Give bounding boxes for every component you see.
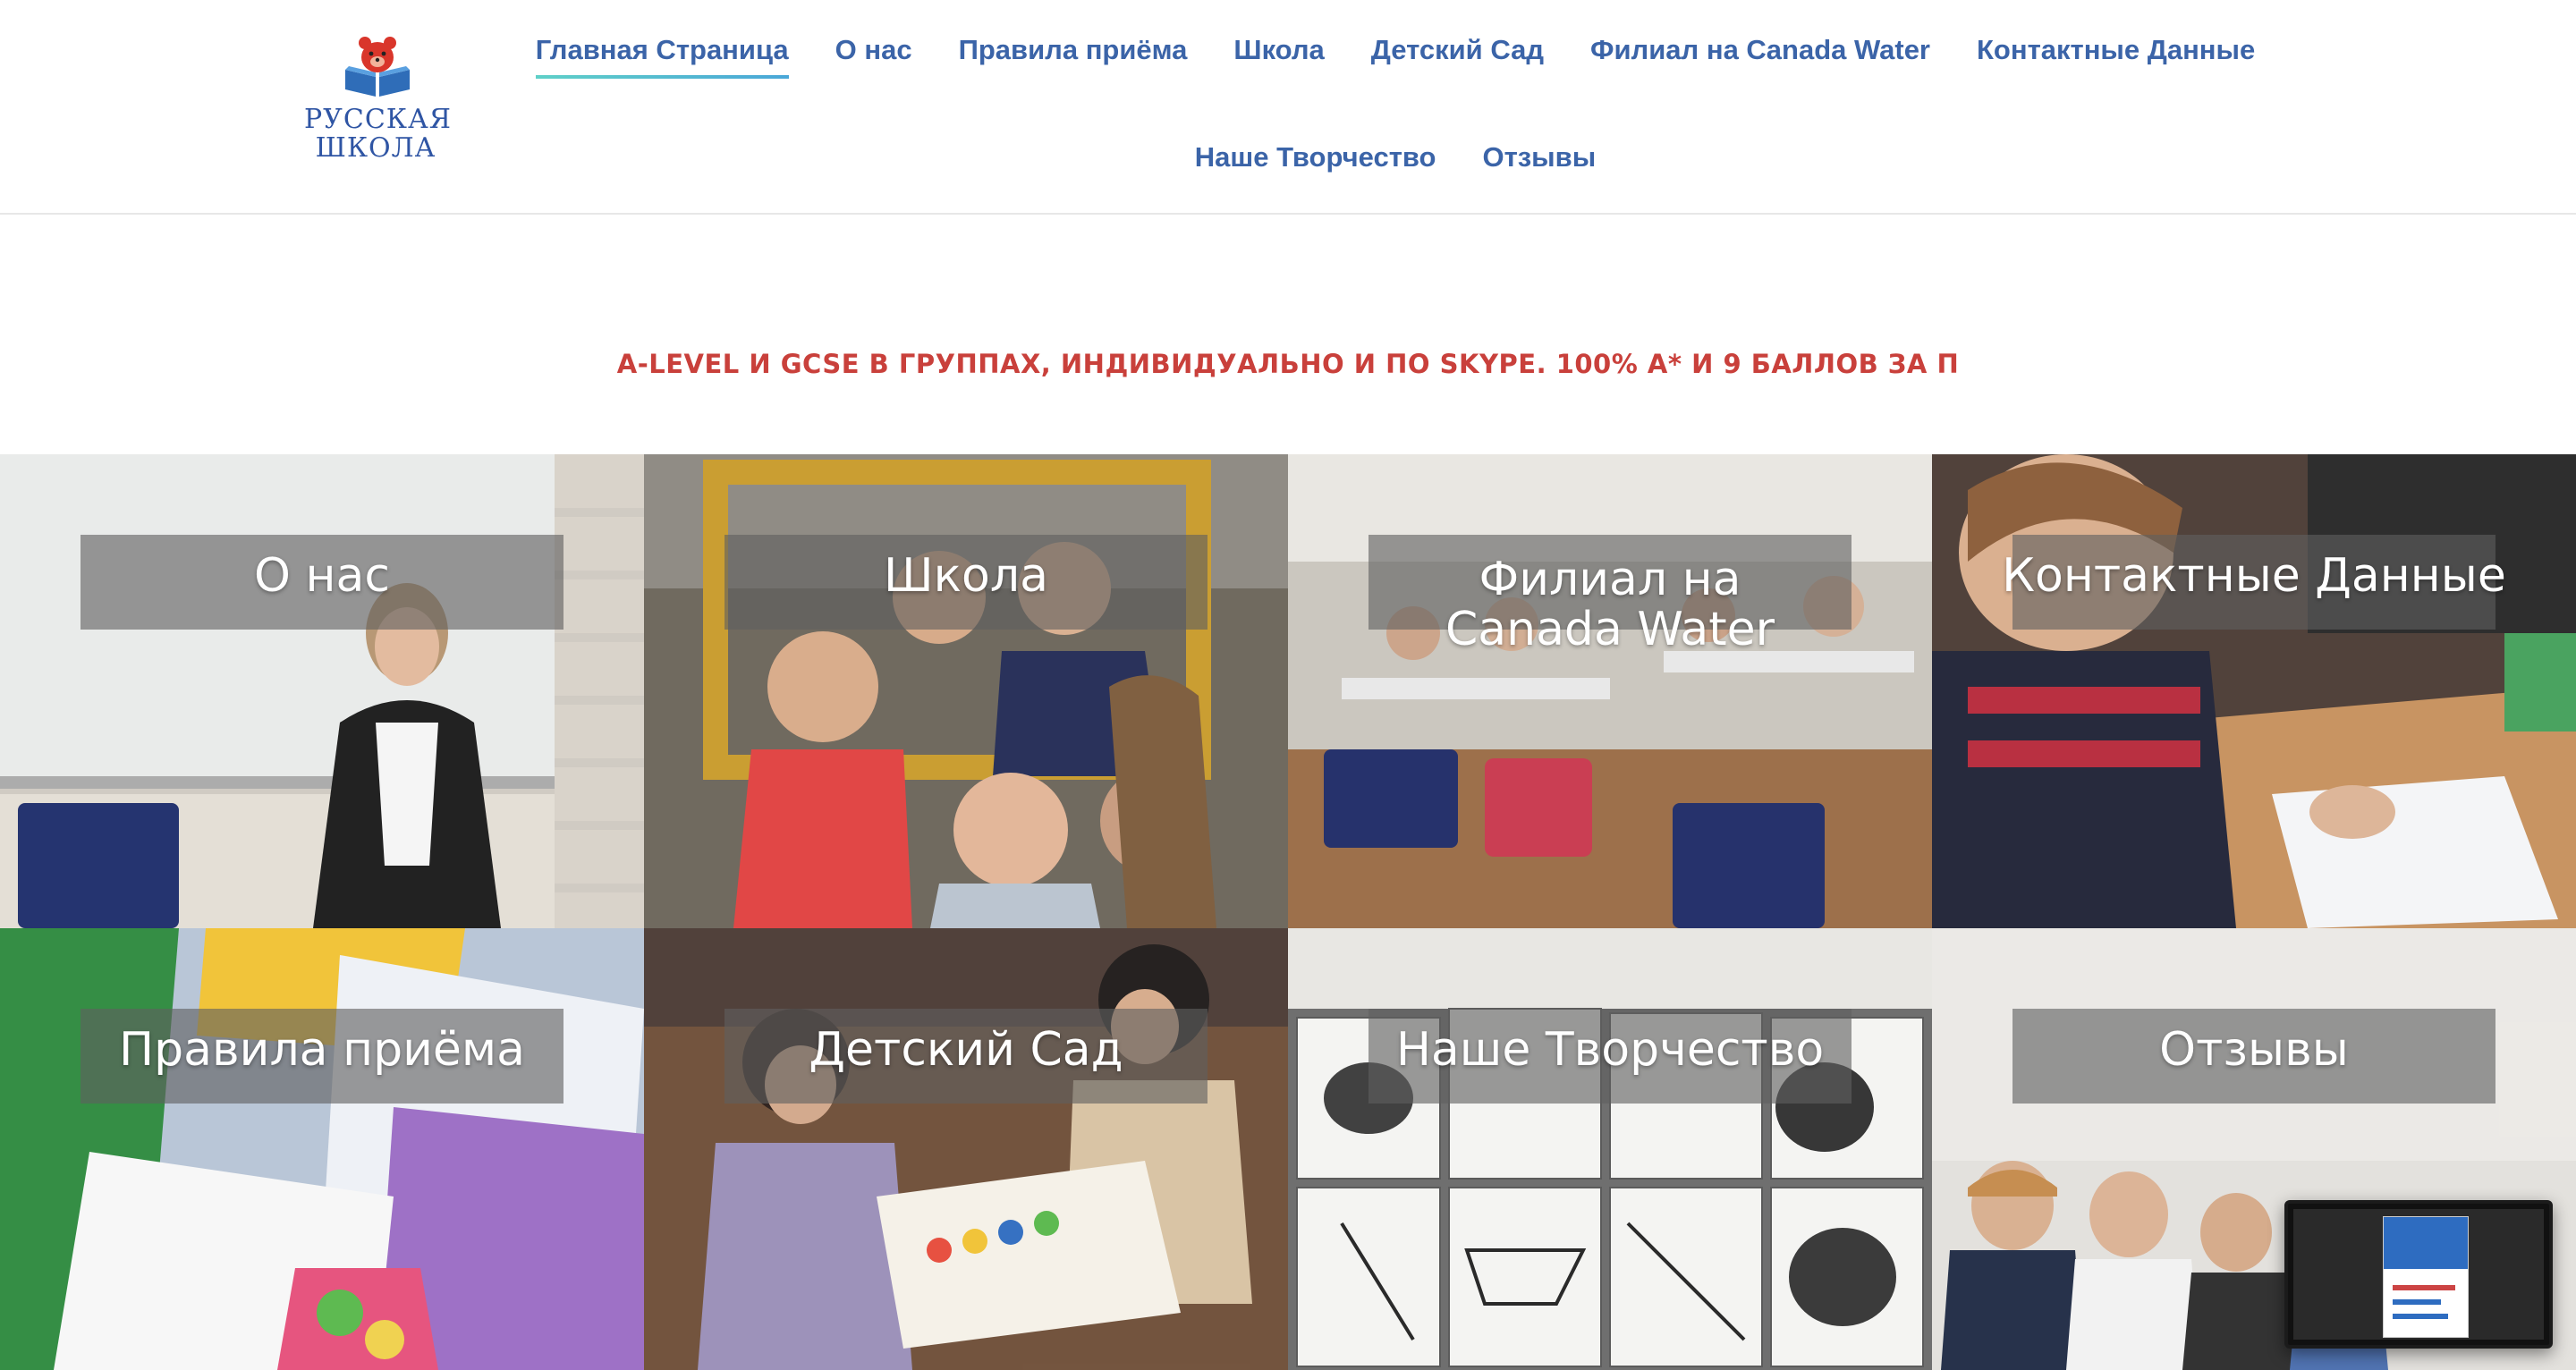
tile-admission-rules[interactable]: Правила приёма [0, 928, 644, 1370]
nav-item-home[interactable]: Главная Страница [535, 34, 789, 79]
nav-item-reviews[interactable]: Отзывы [1482, 141, 1596, 186]
site-logo[interactable]: РУССКАЯ ШКОЛА [304, 34, 452, 168]
video-poster-bar [2393, 1299, 2441, 1305]
nav-row-secondary: Наше Творчество Отзывы [501, 141, 2290, 186]
tile-label: Филиал на Canada Water [1445, 553, 1775, 656]
nav-item-kindergarten[interactable]: Детский Сад [1371, 34, 1544, 79]
tile-label: Контактные Данные [2002, 549, 2506, 603]
nav-item-about[interactable]: О нас [835, 34, 912, 79]
nav-item-our-creativity[interactable]: Наше Творчество [1195, 141, 1436, 186]
video-poster-bar [2393, 1285, 2455, 1290]
nav-item-contacts[interactable]: Контактные Данные [1977, 34, 2255, 79]
tile-overlay [1288, 454, 1932, 928]
tile-label: О нас [254, 549, 390, 603]
tile-overlay [644, 454, 1288, 928]
tile-overlay [644, 928, 1288, 1370]
tile-contacts[interactable]: Контактные Данные [1932, 454, 2576, 928]
tile-overlay [1288, 928, 1932, 1370]
tile-canada-water-branch[interactable]: Филиал на Canada Water [1288, 454, 1932, 928]
nav-item-school[interactable]: Школа [1233, 34, 1324, 79]
tile-label: Детский Сад [809, 1023, 1123, 1077]
tile-overlay [0, 454, 644, 928]
tile-label: Правила приёма [119, 1023, 525, 1077]
bear-book-logo-icon [345, 37, 410, 97]
tile-kindergarten[interactable]: Детский Сад [644, 928, 1288, 1370]
logo-text-line1: РУССКАЯ [304, 104, 452, 135]
logo-text-line2: ШКОЛА [315, 132, 436, 164]
section-tiles-grid: О нас Школа Филиал на Canada Water Конта… [0, 454, 2576, 1370]
tile-label: Отзывы [2159, 1023, 2349, 1077]
tile-label: Школа [884, 549, 1048, 603]
tile-label: Наше Творчество [1395, 1023, 1825, 1077]
tile-overlay [0, 928, 644, 1370]
nav-item-canada-water-branch[interactable]: Филиал на Canada Water [1590, 34, 1930, 79]
video-poster-bar [2393, 1314, 2448, 1319]
video-poster-band [2384, 1217, 2468, 1269]
tile-our-creativity[interactable]: Наше Творчество [1288, 928, 1932, 1370]
video-frame [2293, 1209, 2544, 1340]
video-poster-thumbnail [2383, 1216, 2469, 1338]
nav-row-primary: Главная Страница О нас Правила приёма Шк… [501, 34, 2290, 79]
site-header: РУССКАЯ ШКОЛА Главная Страница О нас Пра… [0, 0, 2576, 215]
floating-video-widget[interactable] [2284, 1200, 2553, 1349]
tile-overlay [1932, 454, 2576, 928]
nav-item-admission-rules[interactable]: Правила приёма [959, 34, 1188, 79]
tile-school[interactable]: Школа [644, 454, 1288, 928]
announcement-banner: A-LEVEL И GCSE В ГРУППАХ, ИНДИВИДУАЛЬНО … [616, 349, 1960, 379]
tile-about[interactable]: О нас [0, 454, 644, 928]
main-navigation: Главная Страница О нас Правила приёма Шк… [501, 0, 2290, 215]
